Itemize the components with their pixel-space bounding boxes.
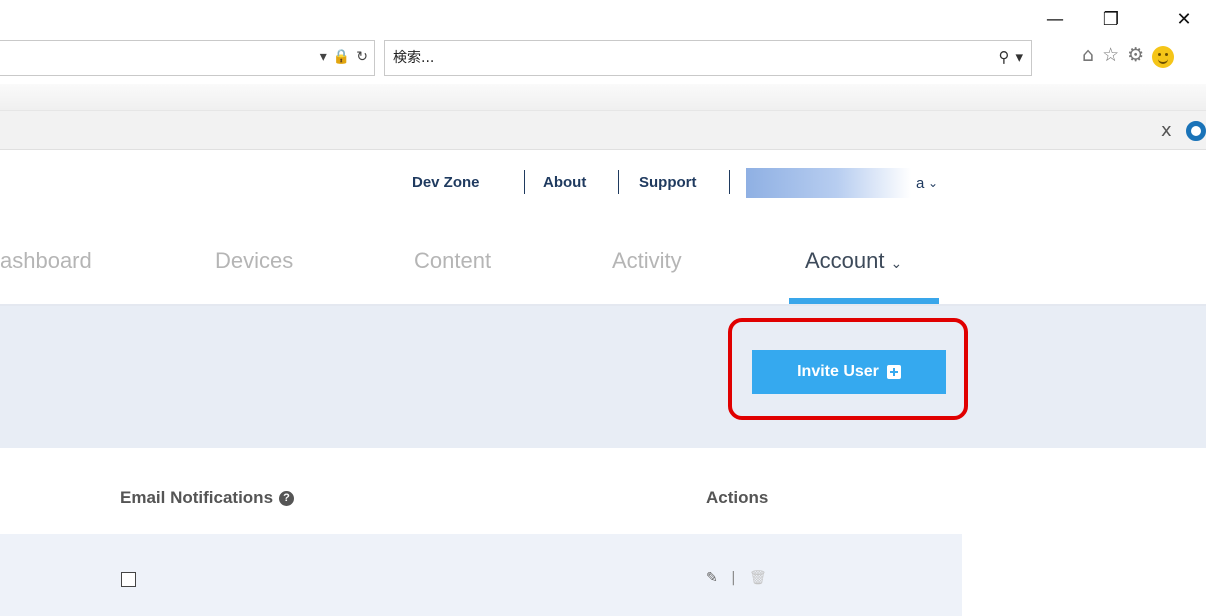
- trash-icon[interactable]: 🗑: [749, 570, 767, 586]
- support-link[interactable]: Support: [639, 174, 697, 191]
- divider: [618, 170, 619, 194]
- main-navigation: ashboard Devices Content Activity Accoun…: [0, 212, 1206, 306]
- notification-bar: x: [0, 110, 1206, 150]
- pencil-icon[interactable]: ✎: [706, 570, 718, 586]
- help-icon[interactable]: ?: [279, 490, 295, 506]
- ring-icon: [1186, 121, 1206, 141]
- active-tab-indicator: [789, 298, 939, 304]
- smiley-icon[interactable]: [1152, 46, 1175, 68]
- refresh-icon[interactable]: ↻: [356, 49, 368, 65]
- site-top-links: Dev Zone About Support a ⌄: [0, 150, 1206, 212]
- chevron-down-icon: ⌄: [928, 176, 939, 190]
- nav-content[interactable]: Content: [414, 248, 491, 274]
- column-email-notifications-label: Email Notifications: [120, 488, 274, 507]
- redacted-username: [746, 168, 911, 198]
- search-button[interactable]: ⚲ ▾: [998, 48, 1023, 66]
- about-link[interactable]: About: [543, 174, 586, 191]
- highlight-annotation: [728, 318, 968, 420]
- nav-dashboard[interactable]: ashboard: [0, 248, 92, 274]
- browser-search-box[interactable]: ⚲ ▾: [384, 40, 1032, 76]
- chevron-down-icon: ⌄: [890, 256, 903, 272]
- browser-toolbar: ▾ 🔒 ↻ ⚲ ▾ ⌂ ☆ ⚙: [0, 40, 1206, 78]
- address-dropdown-icon[interactable]: ▾: [320, 49, 327, 65]
- email-notifications-checkbox[interactable]: [121, 572, 136, 587]
- search-dropdown-icon[interactable]: ▾: [1015, 48, 1023, 66]
- action-separator: |: [731, 570, 736, 586]
- notification-close-button[interactable]: x: [1161, 120, 1172, 141]
- star-icon[interactable]: ☆: [1102, 44, 1119, 68]
- window-titlebar: — ❐ ✕: [0, 0, 1206, 36]
- close-window-button[interactable]: ✕: [1169, 6, 1199, 32]
- home-icon[interactable]: ⌂: [1082, 44, 1094, 68]
- divider: [524, 170, 525, 194]
- address-bar-icons: ▾ 🔒 ↻: [320, 49, 368, 65]
- nav-account-label: Account: [805, 248, 885, 273]
- dev-zone-link[interactable]: Dev Zone: [412, 174, 480, 191]
- user-menu[interactable]: a ⌄: [746, 168, 951, 198]
- browser-search-input[interactable]: [393, 47, 973, 69]
- user-name-fragment: a: [916, 175, 925, 192]
- gear-icon[interactable]: ⚙: [1127, 44, 1144, 68]
- minimize-button[interactable]: —: [1040, 6, 1070, 32]
- address-bar[interactable]: ▾ 🔒 ↻: [0, 40, 375, 76]
- search-icon[interactable]: ⚲: [998, 48, 1009, 66]
- nav-account[interactable]: Account ⌄: [805, 248, 902, 274]
- column-actions: Actions: [706, 488, 769, 507]
- browser-tool-icons: ⌂ ☆ ⚙: [1082, 44, 1175, 68]
- lock-icon[interactable]: 🔒: [333, 49, 350, 65]
- table-header: Email Notifications ? Actions: [0, 470, 1206, 526]
- nav-activity[interactable]: Activity: [612, 248, 682, 274]
- action-band: Invite User: [0, 306, 1206, 448]
- browser-tab-strip: [0, 84, 1206, 110]
- divider: [729, 170, 730, 194]
- column-email-notifications: Email Notifications ?: [120, 488, 295, 508]
- restore-button[interactable]: ❐: [1096, 6, 1126, 32]
- table-row: ✎ | 🗑: [0, 534, 962, 616]
- nav-devices[interactable]: Devices: [215, 248, 293, 274]
